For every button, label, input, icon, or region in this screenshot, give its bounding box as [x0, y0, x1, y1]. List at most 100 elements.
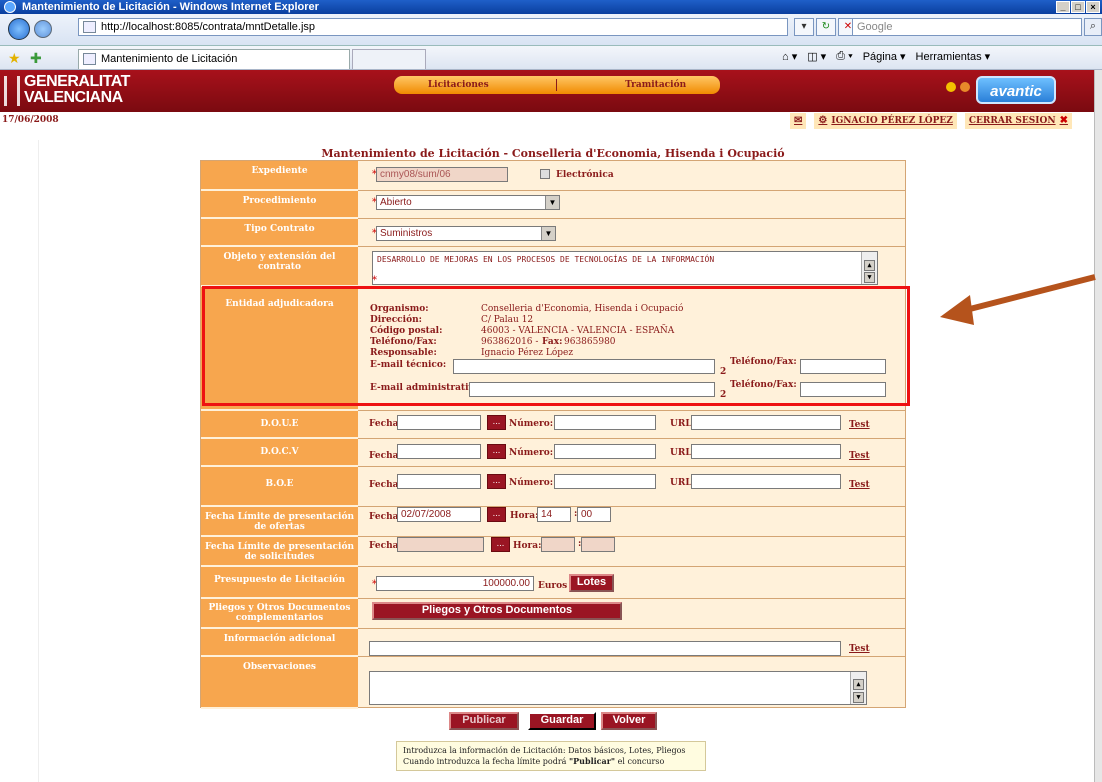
docv-numero-input[interactable] [554, 444, 656, 459]
add-favorite-icon[interactable]: ✚ [30, 51, 42, 67]
observaciones-textarea[interactable]: ▲ ▼ [369, 671, 867, 705]
electronica-checkbox[interactable] [540, 169, 550, 179]
solicitudes-fecha-input[interactable] [397, 537, 484, 552]
tab-bar: ★ ✚ Mantenimiento de Licitación ⌂ ▾ ◫ ▾ … [0, 46, 1102, 70]
docv-fecha-input[interactable] [397, 444, 481, 459]
page-scrollbar[interactable] [1094, 70, 1102, 782]
page-icon [83, 53, 96, 65]
favorites-star-icon[interactable]: ★ [8, 51, 21, 67]
forward-button[interactable] [34, 20, 52, 38]
solicitudes-min-input[interactable] [581, 537, 615, 552]
chevron-down-icon: ▼ [545, 196, 559, 209]
ofertas-min-input[interactable]: 00 [577, 507, 611, 522]
volver-button[interactable]: Volver [601, 712, 657, 730]
boe-numero-input[interactable] [554, 474, 656, 489]
ofertas-hora-input[interactable]: 14 [537, 507, 571, 522]
lotes-button[interactable]: Lotes [569, 574, 614, 592]
doue-test-link[interactable]: Test [849, 420, 870, 430]
presupuesto-input[interactable]: 100000.00 [376, 576, 534, 591]
row-objeto: DESARROLLO DE MEJORAS EN LOS PROCESOS DE… [358, 247, 906, 287]
row-info-adicional: Test [358, 629, 906, 657]
row-docv: Fecha ... Número: URL: Test [358, 439, 906, 467]
solicitudes-hora-input[interactable] [541, 537, 575, 552]
label-boe: B.O.E [201, 467, 358, 507]
row-limite-solicitudes: Fecha ... Hora: : [358, 537, 906, 567]
app-header: GENERALITAT VALENCIANA Licitaciones Trami… [0, 70, 1094, 112]
dropdown-icon[interactable]: ▾ [794, 18, 814, 36]
decor-dots [946, 82, 970, 92]
mail-icon[interactable]: ✉ [794, 113, 802, 129]
calendar-button[interactable]: ... [487, 474, 506, 489]
annotation-arrow [940, 274, 1096, 325]
calendar-button[interactable]: ... [487, 444, 506, 459]
row-tipo-contrato: * Suministros ▼ [358, 219, 906, 247]
menu-tramitacion[interactable]: Tramitación [625, 80, 686, 90]
maximize-button[interactable]: □ [1071, 1, 1085, 13]
docv-url-input[interactable] [691, 444, 841, 459]
page-menu[interactable]: Página ▾ [863, 50, 906, 63]
tipo-contrato-select[interactable]: Suministros ▼ [376, 226, 556, 241]
divider [38, 140, 39, 782]
label-limite-solicitudes: Fecha Límite de presentación de solicitu… [201, 537, 358, 567]
info-test-link[interactable]: Test [849, 644, 870, 654]
procedimiento-select[interactable]: Abierto ▼ [376, 195, 560, 210]
info-adicional-input[interactable] [369, 641, 841, 656]
back-button[interactable] [8, 18, 30, 40]
search-input[interactable]: Google [852, 18, 1082, 36]
boe-test-link[interactable]: Test [849, 480, 870, 490]
annotation-highlight-box [202, 286, 910, 406]
euros-label: Euros [538, 581, 568, 591]
tools-menu[interactable]: Herramientas ▾ [916, 50, 991, 63]
tab-new[interactable] [352, 49, 426, 69]
calendar-button[interactable]: ... [487, 415, 506, 430]
org-chart-icon: ⚙ [818, 115, 828, 126]
guardar-button[interactable]: Guardar [528, 712, 596, 730]
search-icon[interactable]: ⌕ [1084, 18, 1102, 36]
refresh-icon[interactable]: ↻ [816, 18, 836, 36]
objeto-textarea[interactable]: DESARROLLO DE MEJORAS EN LOS PROCESOS DE… [372, 251, 878, 285]
calendar-button[interactable]: ... [487, 507, 506, 522]
ofertas-fecha-input[interactable]: 02/07/2008 [397, 507, 481, 522]
current-date: 17/06/2008 [2, 115, 59, 125]
window-title: Mantenimiento de Licitación - Windows In… [22, 1, 319, 13]
close-icon[interactable]: ✖ [1060, 113, 1068, 129]
help-note: Introduzca la información de Licitación:… [396, 741, 706, 771]
label-docv: D.O.C.V [201, 439, 358, 467]
doue-url-input[interactable] [691, 415, 841, 430]
label-observaciones: Observaciones [201, 657, 358, 709]
calendar-button[interactable]: ... [491, 537, 510, 552]
boe-fecha-input[interactable] [397, 474, 481, 489]
scroll-up-icon: ▲ [853, 679, 864, 690]
ie-logo-icon [4, 1, 16, 13]
pliegos-button[interactable]: Pliegos y Otros Documentos [372, 602, 622, 620]
label-objeto: Objeto y extensión del contrato [201, 247, 358, 287]
label-info-adicional: Información adicional [201, 629, 358, 657]
user-name-link[interactable]: IGNACIO PÉREZ LÓPEZ [831, 113, 953, 129]
docv-test-link[interactable]: Test [849, 451, 870, 461]
url-input[interactable]: http://localhost:8085/contrata/mntDetall… [78, 18, 788, 36]
menu-licitaciones[interactable]: Licitaciones [428, 80, 489, 90]
scroll-up-icon: ▲ [864, 260, 875, 271]
print-icon[interactable]: ⎙ ▾ [836, 50, 852, 63]
home-icon[interactable]: ⌂ ▾ [782, 50, 797, 63]
label-expediente: Expediente [201, 161, 358, 191]
textarea-scrollbar[interactable]: ▲ ▼ [850, 672, 866, 704]
page-icon [83, 21, 96, 33]
label-doue: D.O.U.E [201, 411, 358, 439]
textarea-scrollbar[interactable]: ▲ ▼ [861, 252, 877, 284]
generalitat-logo: GENERALITAT VALENCIANA [4, 74, 130, 106]
label-tipo-contrato: Tipo Contrato [201, 219, 358, 247]
feeds-icon[interactable]: ◫ ▾ [807, 50, 826, 63]
crest-icon [4, 76, 20, 106]
doue-numero-input[interactable] [554, 415, 656, 430]
row-boe: Fecha ... Número: URL: Test [358, 467, 906, 507]
tab-active[interactable]: Mantenimiento de Licitación [78, 49, 350, 69]
minimize-button[interactable]: _ [1056, 1, 1070, 13]
expediente-input[interactable]: cnmy08/sum/06 [376, 167, 508, 182]
boe-url-input[interactable] [691, 474, 841, 489]
label-limite-ofertas: Fecha Límite de presentación de ofertas [201, 507, 358, 537]
logout-link[interactable]: CERRAR SESION [969, 113, 1056, 129]
close-window-button[interactable]: × [1086, 1, 1100, 13]
publicar-button[interactable]: Publicar [449, 712, 519, 730]
doue-fecha-input[interactable] [397, 415, 481, 430]
